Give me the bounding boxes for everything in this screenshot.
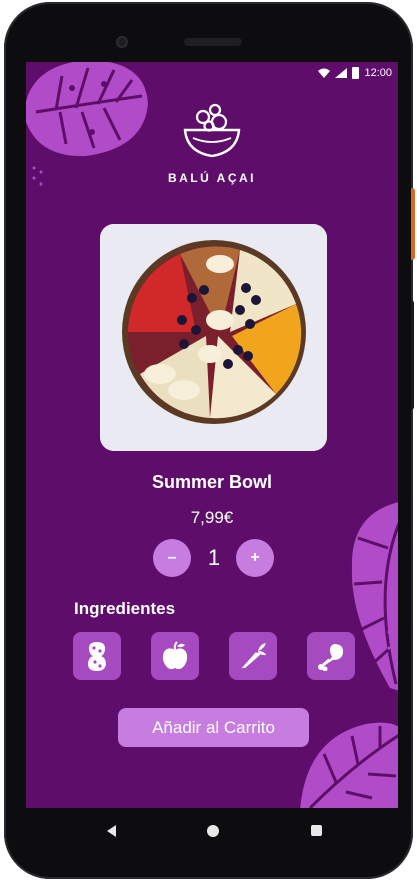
add-to-cart-button[interactable]: Añadir al Carrito (118, 708, 309, 747)
battery-icon (352, 67, 360, 79)
brand-name: BALÚ AÇAI (167, 171, 257, 185)
chicken-leg-icon (318, 644, 344, 671)
dots-decoration-icon (380, 624, 391, 650)
quantity-value: 1 (207, 545, 221, 570)
nav-recent-apps-icon[interactable] (311, 825, 322, 836)
increment-button[interactable]: + (236, 539, 274, 577)
status-bar: 12:00 (318, 66, 392, 80)
nav-back-icon[interactable] (107, 825, 116, 837)
front-camera (116, 36, 128, 48)
volume-button (411, 300, 414, 410)
monstera-leaf-bottom-right-icon (300, 722, 398, 808)
ingredients-title: Ingredientes (74, 599, 176, 618)
peanut-icon (88, 642, 106, 671)
acai-bowl-logo-icon (183, 103, 241, 158)
product-image (100, 224, 327, 451)
carrot-icon (241, 643, 266, 669)
nav-home-icon[interactable] (207, 825, 219, 837)
ingredient-peanut[interactable] (73, 632, 121, 680)
earpiece-speaker (184, 38, 242, 46)
apple-icon (162, 641, 188, 670)
ingredient-chicken[interactable] (307, 632, 355, 680)
decrement-button[interactable]: – (153, 539, 191, 577)
brand-logo: BALÚ AÇAI (26, 102, 398, 185)
power-button (411, 188, 415, 260)
app-screen: 12:00 BALÚ AÇAI Summer Bowl 7,99€ – 1 + … (26, 62, 398, 808)
phone-frame: 12:00 BALÚ AÇAI Summer Bowl 7,99€ – 1 + … (4, 2, 413, 879)
status-time: 12:00 (364, 67, 392, 79)
ingredient-carrot[interactable] (229, 632, 277, 680)
android-nav-bar (8, 808, 417, 854)
wifi-icon (318, 68, 331, 78)
product-price: 7,99€ (190, 508, 234, 527)
signal-icon (335, 68, 348, 78)
acai-bowl-photo-icon (100, 224, 327, 451)
ingredient-apple[interactable] (151, 632, 199, 680)
product-title: Summer Bowl (151, 472, 273, 492)
